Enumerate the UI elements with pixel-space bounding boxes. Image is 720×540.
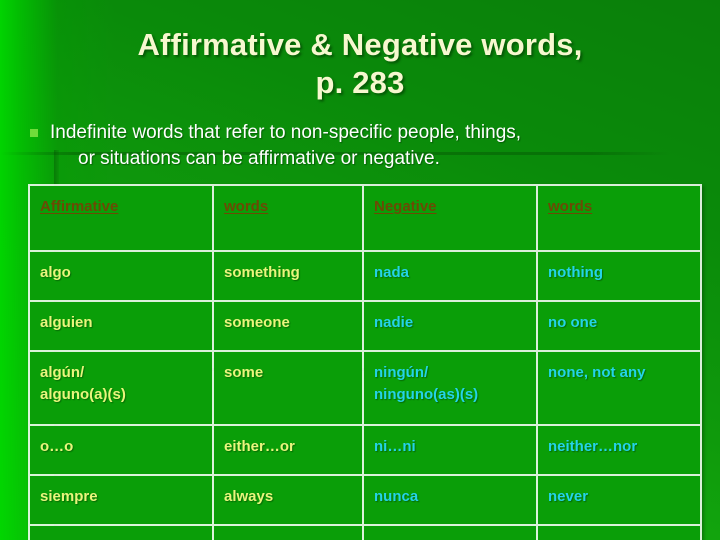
cell-affirmative-english: always <box>214 476 362 524</box>
cell-affirmative-english: something <box>214 252 362 300</box>
cell-negative-word: nada <box>364 252 536 300</box>
cell-affirmative-english: some <box>214 352 362 424</box>
slide-title-line-1: Affirmative & Negative words, <box>137 27 583 62</box>
bullet-line-1: Indefinite words that refer to non-speci… <box>50 122 522 143</box>
cell-negative-english: no one <box>538 302 700 350</box>
slide-title-line-2: p. 283 <box>315 65 405 100</box>
slide-canvas: Affirmative & Negative words, p. 283 Ind… <box>0 0 720 540</box>
cell-affirmative-word: algo <box>30 252 212 300</box>
column-header-affirmative: Affirmative <box>30 186 212 250</box>
cell-affirmative-english: either…or <box>214 426 362 474</box>
bullet-line-2: or situations can be affirmative or nega… <box>78 148 440 169</box>
cell-affirmative-english: someone <box>214 302 362 350</box>
cell-negative-english: never <box>538 476 700 524</box>
cell-affirmative-word: o…o <box>30 426 212 474</box>
bullet-paragraph-text: Indefinite words that refer to non-speci… <box>50 120 690 172</box>
cell-affirmative-word: también <box>30 526 212 540</box>
cell-negative-word: ni…ni <box>364 426 536 474</box>
cell-negative-english: nothing <box>538 252 700 300</box>
cell-affirmative-word: algún/ alguno(a)(s) <box>30 352 212 424</box>
table-row: o…o either…or ni…ni neither…nor <box>30 426 700 474</box>
cell-affirmative-english: also <box>214 526 362 540</box>
cell-negative-english: neither…nor <box>538 426 700 474</box>
cell-negative-word: nunca <box>364 476 536 524</box>
table-row: algo something nada nothing <box>30 252 700 300</box>
cell-negative-word: ningún/ ninguno(as)(s) <box>364 352 536 424</box>
cell-negative-english: none, not any <box>538 352 700 424</box>
table-row: alguien someone nadie no one <box>30 302 700 350</box>
cell-negative-english: neither, either <box>538 526 700 540</box>
column-header-negative-words: words <box>538 186 700 250</box>
column-header-negative: Negative <box>364 186 536 250</box>
table-header-row: Affirmative words Negative words <box>30 186 700 250</box>
vocabulary-table: Affirmative words Negative words algo so… <box>28 184 702 540</box>
cell-negative-word: tampoco <box>364 526 536 540</box>
square-bullet-icon <box>30 129 38 137</box>
cell-affirmative-word: siempre <box>30 476 212 524</box>
bullet-paragraph: Indefinite words that refer to non-speci… <box>30 120 690 172</box>
table-row: algún/ alguno(a)(s) some ningún/ ninguno… <box>30 352 700 424</box>
column-header-affirmative-words: words <box>214 186 362 250</box>
slide-title: Affirmative & Negative words, p. 283 <box>0 26 720 102</box>
table-row: siempre always nunca never <box>30 476 700 524</box>
table-row: también also tampoco neither, either <box>30 526 700 540</box>
cell-negative-word: nadie <box>364 302 536 350</box>
cell-affirmative-word: alguien <box>30 302 212 350</box>
